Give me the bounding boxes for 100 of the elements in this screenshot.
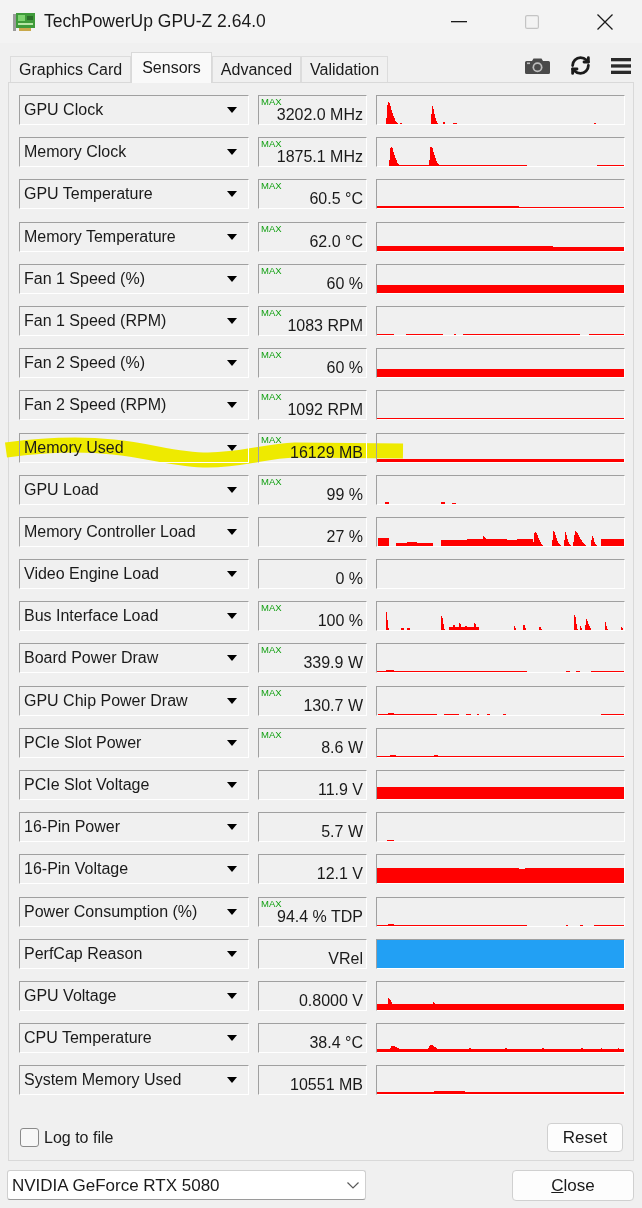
- max-label: MAX: [261, 223, 282, 233]
- caret-down-icon: [227, 824, 237, 831]
- reading-text: 38.4 °C: [309, 1034, 363, 1052]
- checkbox-label[interactable]: Log to file: [44, 1125, 114, 1150]
- caret-down-icon: [227, 233, 237, 240]
- caret-down-icon: [227, 571, 237, 578]
- reading-text: 27 %: [326, 527, 363, 545]
- reading-text: 0.8000 V: [298, 991, 363, 1009]
- caret-down-icon: [227, 191, 237, 198]
- close-button[interactable]: Close: [512, 1170, 634, 1202]
- sensor-dropdown[interactable]: Memory Used: [19, 432, 249, 463]
- reading-text: 1875.1 MHz: [276, 148, 363, 166]
- reading-text: 60 %: [326, 274, 363, 292]
- sensor-dropdown[interactable]: GPU Temperature: [19, 179, 249, 210]
- max-label: MAX: [261, 307, 282, 317]
- caret-down-icon: [227, 950, 237, 957]
- caret-down-icon: [227, 317, 237, 324]
- caret-down-icon: [227, 992, 237, 999]
- caret-down-icon: [227, 486, 237, 493]
- caret-down-icon: [227, 444, 237, 451]
- circuit-board-icon: [13, 12, 35, 31]
- caret-down-icon: [227, 739, 237, 746]
- max-label: MAX: [261, 392, 282, 402]
- sensor-dropdown[interactable]: System Memory Used: [19, 1065, 249, 1096]
- reading-text: 339.9 W: [303, 654, 363, 672]
- reading-text: 1083 RPM: [287, 316, 363, 334]
- sensor-dropdown[interactable]: Bus Interface Load: [19, 601, 249, 632]
- device-select[interactable]: NVIDIA GeForce RTX 5080: [7, 1170, 366, 1201]
- reading-text: 60 %: [326, 359, 363, 377]
- caret-down-icon: [227, 782, 237, 788]
- sensor-dropdown[interactable]: Fan 1 Speed (RPM): [19, 305, 249, 336]
- caret-down-icon: [227, 908, 237, 915]
- caret-down-icon: [227, 655, 237, 662]
- sensor-dropdown[interactable]: Board Power Draw: [19, 643, 249, 674]
- caret-down-icon: [227, 1035, 237, 1042]
- tab[interactable]: Graphics Card: [10, 56, 132, 82]
- chevron-down-icon: [347, 1181, 359, 1189]
- sensor-dropdown[interactable]: Fan 1 Speed (%): [19, 263, 249, 294]
- sensor-dropdown[interactable]: Power Consumption (%): [19, 896, 249, 927]
- close-icon[interactable]: [597, 13, 613, 30]
- sensor-dropdown[interactable]: 16-Pin Voltage: [19, 854, 249, 885]
- sensor-dropdown[interactable]: PCIe Slot Power: [19, 727, 249, 758]
- caret-down-icon: [227, 107, 237, 113]
- max-label: MAX: [261, 898, 282, 908]
- caret-down-icon: [227, 1077, 237, 1084]
- caret-down-icon: [227, 360, 237, 367]
- reading-text: 0 %: [335, 570, 363, 588]
- caret-down-icon: [227, 697, 237, 704]
- max-label: MAX: [261, 729, 282, 739]
- reading-text: 130.7 W: [303, 696, 363, 714]
- max-label: MAX: [261, 350, 282, 360]
- sensor-dropdown[interactable]: GPU Load: [19, 474, 249, 505]
- minimize-icon[interactable]: [450, 20, 467, 23]
- tab[interactable]: Sensors: [131, 52, 212, 83]
- reading-text: 12.1 V: [316, 865, 363, 883]
- sensor-dropdown[interactable]: PCIe Slot Voltage: [19, 770, 249, 800]
- reset-button[interactable]: Reset: [547, 1123, 623, 1153]
- checkbox[interactable]: [20, 1128, 39, 1148]
- reading-text: 10551 MB: [290, 1076, 363, 1094]
- sensor-dropdown[interactable]: 16-Pin Power: [19, 812, 249, 843]
- max-label: MAX: [261, 97, 282, 106]
- reading-text: 94.4 % TDP: [277, 907, 363, 925]
- reading-text: 3202.0 MHz: [276, 106, 363, 123]
- reading-text: 5.7 W: [321, 823, 363, 841]
- max-label: MAX: [261, 687, 282, 697]
- menu-icon[interactable]: [611, 57, 631, 74]
- reading-text: 1092 RPM: [287, 401, 363, 419]
- caret-down-icon: [227, 613, 237, 620]
- max-label: MAX: [261, 139, 282, 149]
- reading-text: 62.0 °C: [309, 232, 363, 250]
- sensor-dropdown[interactable]: Memory Temperature: [19, 221, 249, 252]
- max-label: MAX: [261, 181, 282, 191]
- caret-down-icon: [227, 866, 237, 873]
- max-label: MAX: [261, 645, 282, 655]
- caret-down-icon: [227, 402, 237, 409]
- caret-down-icon: [227, 275, 237, 282]
- sensor-dropdown[interactable]: GPU Clock: [19, 95, 249, 125]
- reading-text: 99 %: [326, 485, 363, 503]
- refresh-icon[interactable]: [570, 55, 591, 76]
- max-label: MAX: [261, 265, 282, 275]
- window-title: TechPowerUp GPU-Z 2.64.0: [44, 10, 266, 34]
- tab[interactable]: Validation: [301, 56, 389, 82]
- caret-down-icon: [227, 149, 237, 156]
- max-label: MAX: [261, 434, 282, 444]
- sensor-dropdown[interactable]: GPU Chip Power Draw: [19, 685, 249, 716]
- sensor-dropdown[interactable]: Fan 2 Speed (RPM): [19, 390, 249, 421]
- sensor-dropdown[interactable]: CPU Temperature: [19, 1023, 249, 1054]
- max-label: MAX: [261, 476, 282, 486]
- reading-text: 8.6 W: [321, 738, 363, 756]
- camera-icon[interactable]: [525, 57, 550, 74]
- reading-text: 60.5 °C: [309, 190, 363, 208]
- sensor-dropdown[interactable]: Memory Clock: [19, 137, 249, 168]
- sensor-dropdown[interactable]: Video Engine Load: [19, 559, 249, 590]
- sensor-dropdown[interactable]: Memory Controller Load: [19, 516, 249, 547]
- sensor-dropdown[interactable]: GPU Voltage: [19, 980, 249, 1011]
- reading-text: 100 %: [317, 612, 363, 630]
- sensor-dropdown[interactable]: PerfCap Reason: [19, 938, 249, 969]
- sensor-dropdown[interactable]: Fan 2 Speed (%): [19, 348, 249, 379]
- max-label: MAX: [261, 603, 282, 613]
- tab[interactable]: Advanced: [211, 56, 302, 82]
